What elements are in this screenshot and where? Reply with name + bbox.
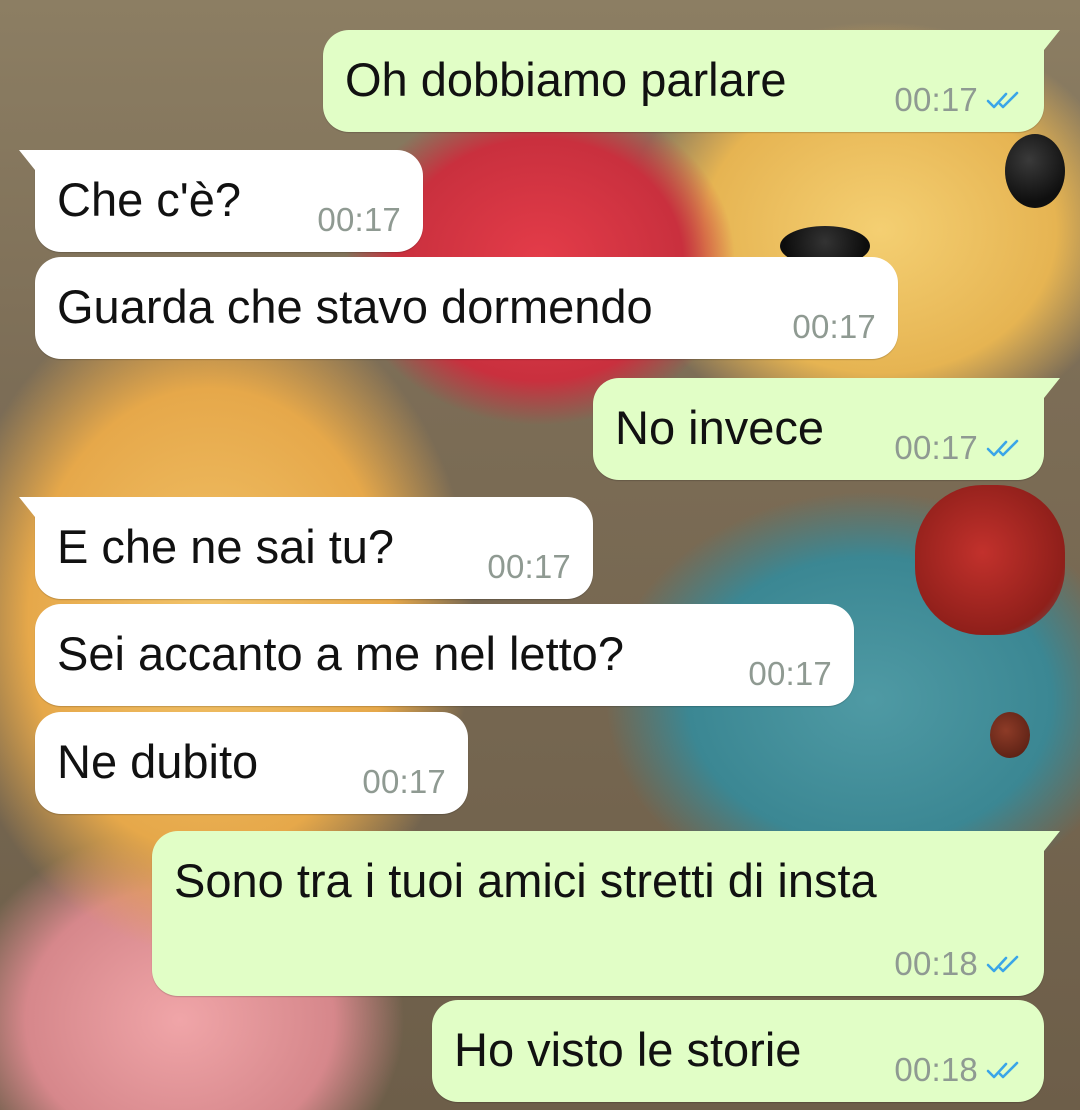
message-text: E che ne sai tu? — [57, 520, 395, 573]
message-meta: 00:17 — [362, 764, 446, 800]
message-text: Ne dubito — [57, 735, 259, 788]
double-check-icon — [986, 955, 1019, 973]
double-check-icon — [986, 91, 1019, 109]
message-bubble-outgoing[interactable]: Oh dobbiamo parlare 00:17 — [323, 30, 1060, 132]
message-time: 00:17 — [487, 548, 571, 585]
message-time: 00:17 — [748, 655, 832, 692]
double-check-icon — [986, 439, 1019, 457]
message-time: 00:18 — [894, 1051, 978, 1088]
message-bubble-outgoing[interactable]: Sono tra i tuoi amici stretti di insta 0… — [152, 831, 1060, 996]
message-bubble-outgoing[interactable]: No invece 00:17 — [593, 378, 1060, 480]
message-bubble-incoming[interactable]: E che ne sai tu? 00:17 — [19, 497, 593, 599]
message-bubble-outgoing[interactable]: Ho visto le storie 00:18 — [432, 1000, 1044, 1102]
message-meta: 00:18 — [894, 946, 1022, 982]
message-meta: 00:17 — [317, 202, 401, 238]
message-time: 00:18 — [894, 945, 978, 982]
message-text: Che c'è? — [57, 173, 242, 226]
message-text: Sei accanto a me nel letto? — [57, 627, 624, 680]
message-meta: 00:17 — [894, 430, 1022, 466]
message-time: 00:17 — [894, 429, 978, 466]
message-meta: 00:17 — [894, 82, 1022, 118]
message-bubble-incoming[interactable]: Ne dubito 00:17 — [35, 712, 468, 814]
message-text: Oh dobbiamo parlare — [345, 53, 787, 106]
message-meta: 00:18 — [894, 1052, 1022, 1088]
double-check-icon — [986, 1061, 1019, 1079]
message-bubble-incoming[interactable]: Che c'è? 00:17 — [19, 150, 423, 252]
message-bubble-incoming[interactable]: Guarda che stavo dormendo 00:17 — [35, 257, 898, 359]
message-time: 00:17 — [362, 763, 446, 800]
message-list[interactable]: Oh dobbiamo parlare 00:17 Che c'è? 00:17… — [0, 0, 1080, 1110]
message-meta: 00:17 — [748, 656, 832, 692]
message-text: Ho visto le storie — [454, 1023, 802, 1076]
message-text: No invece — [615, 401, 824, 454]
message-text: Guarda che stavo dormendo — [57, 280, 653, 333]
message-bubble-incoming[interactable]: Sei accanto a me nel letto? 00:17 — [35, 604, 854, 706]
message-meta: 00:17 — [792, 309, 876, 345]
message-time: 00:17 — [894, 81, 978, 118]
message-text: Sono tra i tuoi amici stretti di insta — [174, 854, 877, 907]
message-meta: 00:17 — [487, 549, 571, 585]
message-time: 00:17 — [792, 308, 876, 345]
message-time: 00:17 — [317, 201, 401, 238]
